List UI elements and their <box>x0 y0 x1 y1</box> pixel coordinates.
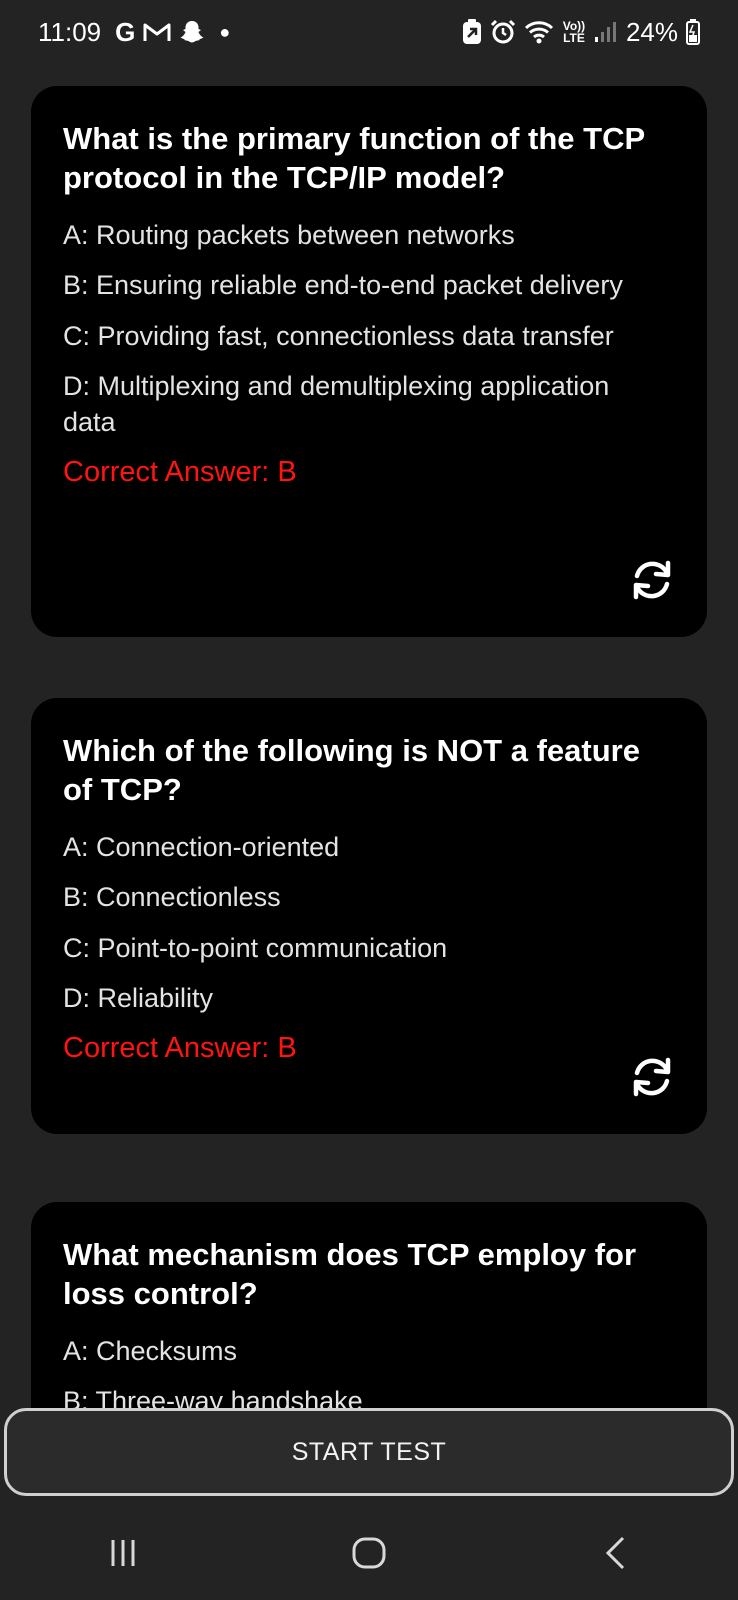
alarm-icon <box>490 19 516 45</box>
option-d: D: Reliability <box>63 983 214 1014</box>
question-text: What is the primary function of the TCP … <box>63 121 645 195</box>
battery-icon <box>686 19 700 45</box>
question-text: What mechanism does TCP employ for loss … <box>63 1237 637 1311</box>
wifi-icon <box>524 20 554 44</box>
refresh-icon <box>633 560 671 600</box>
question-card: Which of the following is NOT a feature … <box>31 698 707 1134</box>
back-button[interactable] <box>575 1523 655 1583</box>
option-d: D: Multiplexing and demultiplexing appli… <box>63 371 610 437</box>
snapchat-icon <box>179 19 205 45</box>
option-c: C: Point-to-point communication <box>63 932 448 963</box>
signal-label: Vo)) LTE <box>562 19 586 45</box>
battery-saver-icon <box>462 19 482 45</box>
home-button[interactable] <box>329 1523 409 1583</box>
status-right: Vo)) LTE 24% <box>462 17 700 48</box>
option-a: A: Connection-oriented <box>63 831 340 862</box>
option-c: C: Providing fast, connectionless data t… <box>63 320 614 351</box>
question-card: What mechanism does TCP employ for loss … <box>31 1202 707 1408</box>
option-b: B: Three-way handshake <box>63 1386 363 1408</box>
battery-percent: 24% <box>625 16 678 47</box>
start-test-button[interactable]: START TEST <box>4 1408 734 1496</box>
status-bar: 11:09 G ● Vo)) LTE 24% <box>0 0 738 64</box>
question-list[interactable]: What is the primary function of the TCP … <box>0 64 738 1408</box>
navigation-bar <box>0 1506 738 1600</box>
refresh-button[interactable] <box>627 555 677 605</box>
option-b: B: Ensuring reliable end-to-end packet d… <box>63 270 623 301</box>
refresh-icon <box>633 1057 671 1097</box>
signal-icon <box>594 21 618 43</box>
question-text: Which of the following is NOT a feature … <box>63 733 640 807</box>
status-left: 11:09 G ● <box>38 17 230 48</box>
refresh-button[interactable] <box>627 1052 677 1102</box>
option-a: A: Routing packets between networks <box>63 219 515 250</box>
recent-apps-button[interactable] <box>83 1523 163 1583</box>
correct-answer: Correct Answer: B <box>63 1032 297 1064</box>
gmail-icon <box>143 21 171 43</box>
google-notification-icon: G <box>115 16 136 47</box>
option-b: B: Connectionless <box>63 882 281 913</box>
option-a: A: Checksums <box>63 1335 238 1366</box>
recent-apps-icon <box>111 1540 135 1566</box>
dot-icon: ● <box>219 21 231 42</box>
correct-answer: Correct Answer: B <box>63 455 297 488</box>
question-card: What is the primary function of the TCP … <box>31 86 707 637</box>
status-time: 11:09 <box>38 16 102 47</box>
back-icon <box>605 1536 625 1570</box>
home-icon <box>352 1537 386 1569</box>
